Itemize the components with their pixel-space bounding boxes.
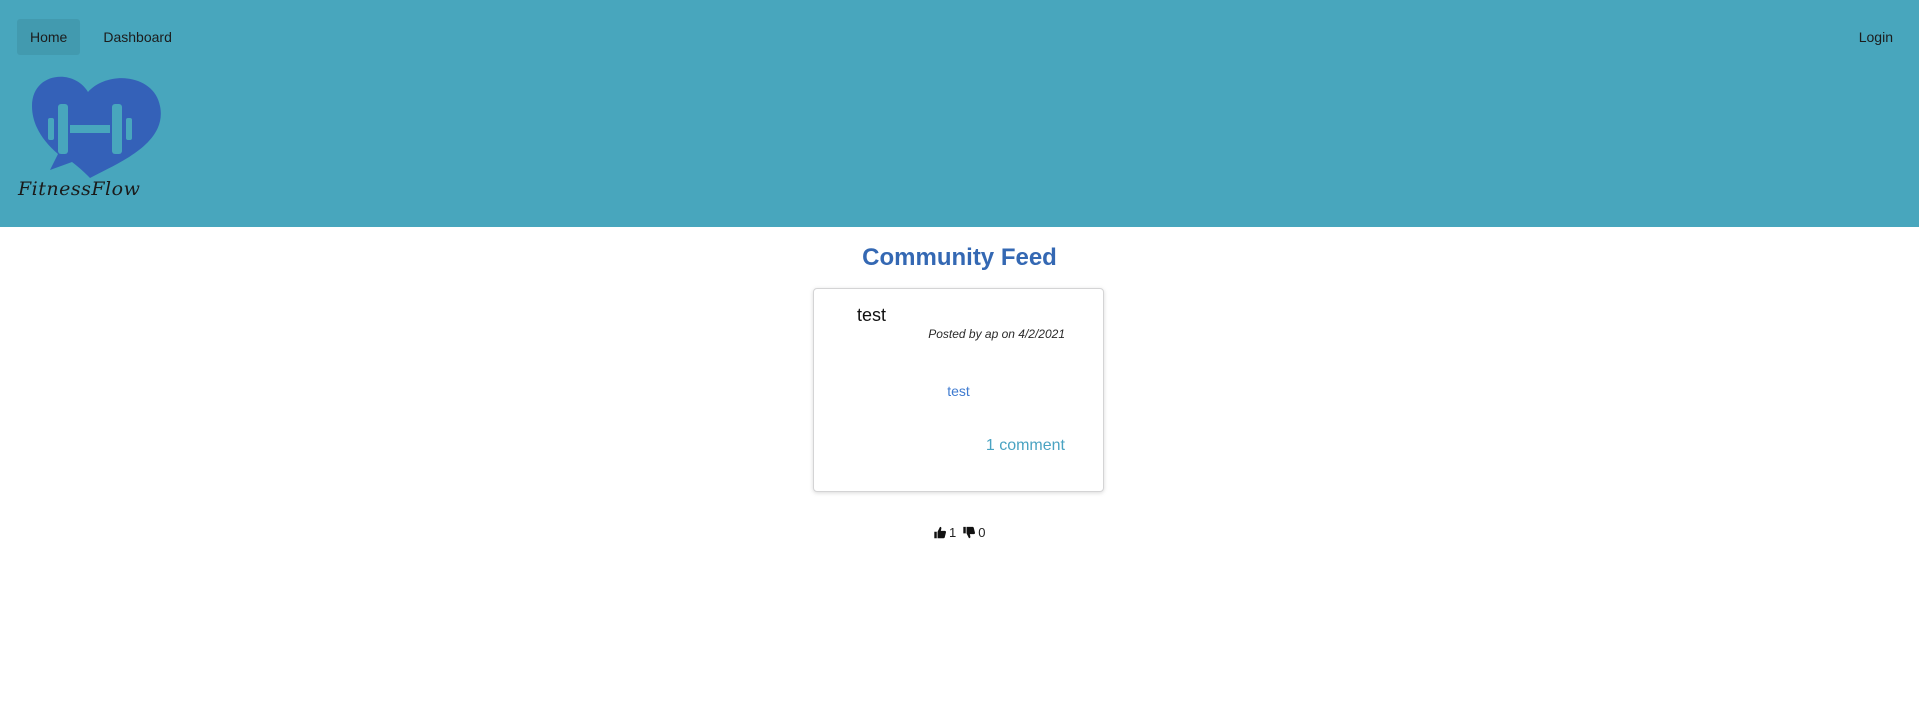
brand-name: FitnessFlow xyxy=(18,178,141,200)
top-header: Home Dashboard Login FitnessFlow xyxy=(0,0,1919,227)
thumbs-up-icon xyxy=(934,526,946,539)
thumbs-down-icon xyxy=(963,526,976,539)
like-button[interactable] xyxy=(933,526,947,539)
post-meta: Posted by ap on 4/2/2021 xyxy=(928,327,1065,341)
post-card: test Posted by ap on 4/2/2021 test 1 com… xyxy=(813,288,1104,492)
dislike-count: 0 xyxy=(978,525,986,540)
post-body: test xyxy=(947,383,970,399)
vote-bar: 1 0 xyxy=(933,525,985,540)
main-nav: Home Dashboard xyxy=(17,19,185,55)
dislike-button[interactable] xyxy=(962,526,976,539)
comments-link[interactable]: 1 comment xyxy=(986,437,1065,455)
like-count: 1 xyxy=(949,525,957,540)
page-title: Community Feed xyxy=(862,244,1057,271)
post-title: test xyxy=(857,305,887,325)
nav-dashboard[interactable]: Dashboard xyxy=(90,19,185,55)
nav-login[interactable]: Login xyxy=(1846,19,1906,55)
nav-home[interactable]: Home xyxy=(17,19,81,55)
